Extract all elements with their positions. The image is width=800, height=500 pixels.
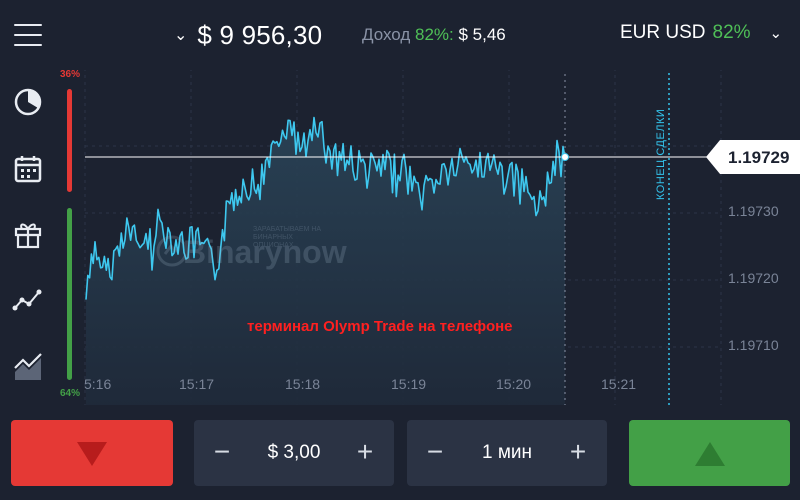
current-price-tag: 1.19729 bbox=[706, 140, 800, 174]
income-percent: 82%: bbox=[415, 25, 454, 44]
expiry-label: КОНЕЦ СДЕЛКИ bbox=[655, 108, 667, 200]
sell-button[interactable] bbox=[11, 420, 173, 486]
asset-name: EUR USD bbox=[620, 22, 706, 43]
top-bar: ⌄ $ 9 956,30 Доход 82%: $ 5,46 EUR USD 8… bbox=[0, 0, 800, 70]
time-axis-label: 15:21 bbox=[601, 376, 637, 392]
income-label: Доход bbox=[362, 25, 411, 44]
amount-increase-button[interactable]: + bbox=[351, 438, 379, 466]
sell-sentiment-bar bbox=[67, 89, 72, 192]
income-value: $ 5,46 bbox=[458, 25, 506, 44]
buy-sentiment-percent: 64% bbox=[60, 388, 81, 399]
watermark-brand: Binarynow bbox=[183, 234, 347, 270]
calendar-icon[interactable] bbox=[12, 153, 44, 185]
time-axis-label: 5:16 bbox=[84, 376, 112, 392]
current-price-value: 1.19729 bbox=[728, 148, 790, 167]
chevron-down-icon: ⌄ bbox=[769, 25, 783, 42]
duration-increase-button[interactable]: + bbox=[564, 438, 592, 466]
price-axis-label: 1.19730 bbox=[728, 203, 779, 219]
time-axis-label: 15:18 bbox=[285, 376, 321, 392]
line-indicators-icon[interactable] bbox=[12, 284, 44, 316]
price-axis-label: 1.19720 bbox=[728, 270, 779, 286]
buy-button[interactable] bbox=[629, 420, 790, 486]
balance-selector[interactable]: ⌄ $ 9 956,30 bbox=[174, 20, 322, 50]
amount-stepper[interactable]: − $ 3,00 + bbox=[194, 420, 394, 486]
overlay-caption: терминал Olymp Trade на телефоне bbox=[247, 318, 513, 335]
account-balance: $ 9 956,30 bbox=[197, 19, 323, 50]
gift-icon[interactable] bbox=[12, 218, 44, 250]
watermark: ЗАРАБАТЫВАЕМ НА БИНАРНЫХ ОПЦИОНАХ Binary… bbox=[155, 224, 347, 274]
price-axis-label: 1.19710 bbox=[728, 337, 779, 353]
time-axis-label: 15:17 bbox=[179, 376, 215, 392]
hamburger-menu-icon[interactable] bbox=[14, 24, 42, 46]
time-axis-label: 15:19 bbox=[391, 376, 427, 392]
asset-selector[interactable]: EUR USD 82% ⌄ bbox=[620, 22, 782, 44]
area-chart-icon[interactable] bbox=[12, 350, 44, 382]
left-sidebar bbox=[0, 70, 58, 410]
triangle-down-icon bbox=[77, 442, 107, 466]
asset-payout: 82% bbox=[712, 22, 751, 43]
time-axis-label: 15:20 bbox=[496, 376, 532, 392]
sell-sentiment-percent: 36% bbox=[60, 69, 81, 80]
chevron-down-icon: ⌄ bbox=[174, 27, 188, 44]
current-price-dot bbox=[561, 153, 569, 161]
trade-controls: − $ 3,00 + − 1 мин + bbox=[0, 410, 800, 500]
buy-sentiment-bar bbox=[67, 208, 72, 380]
duration-stepper[interactable]: − 1 мин + bbox=[407, 420, 607, 486]
triangle-up-icon bbox=[695, 442, 725, 466]
income-info: Доход 82%: $ 5,46 bbox=[362, 25, 506, 45]
clock-icon[interactable] bbox=[12, 86, 44, 118]
